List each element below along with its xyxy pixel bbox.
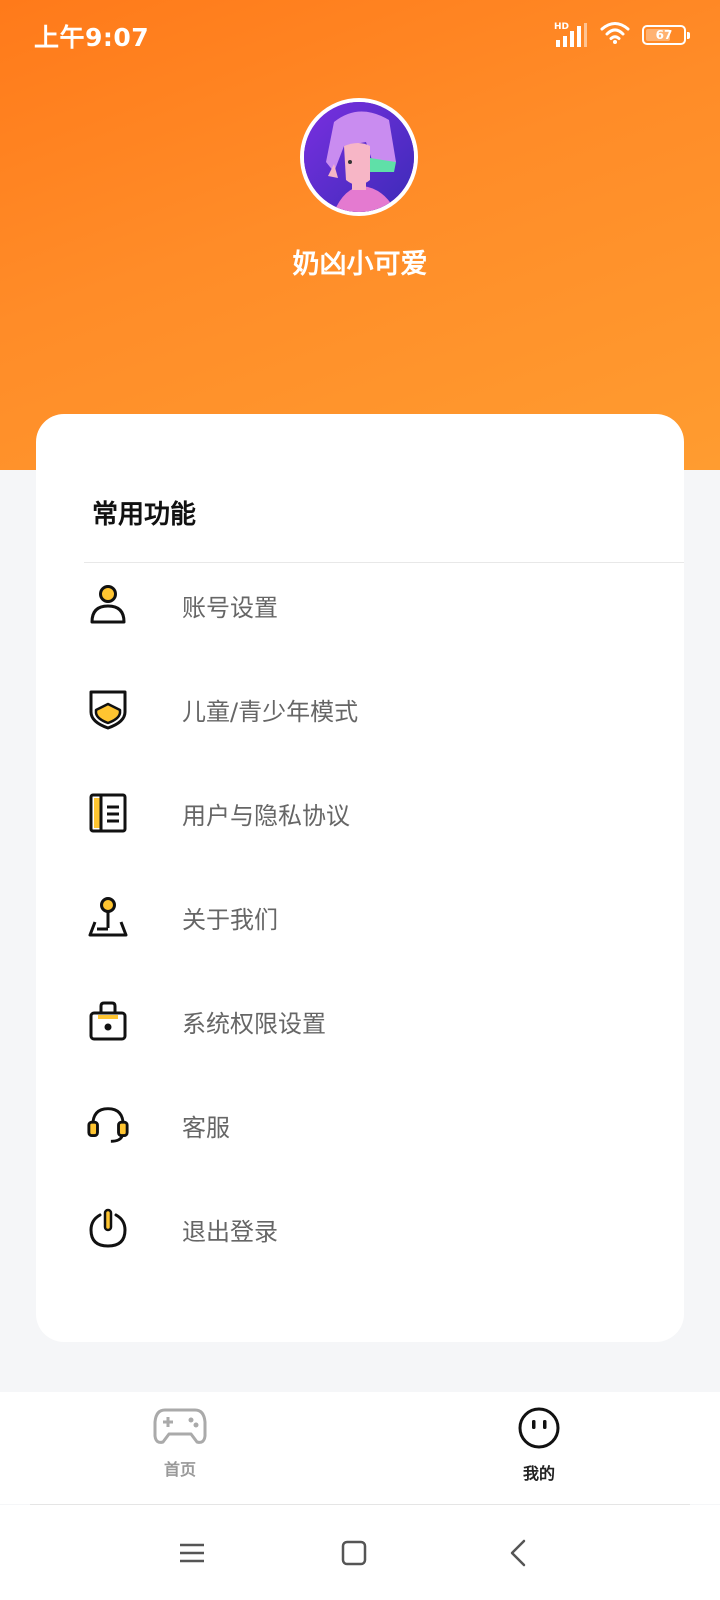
wifi-icon (600, 21, 630, 49)
username: 奶凶小可爱 (292, 249, 428, 280)
person-icon (86, 583, 130, 627)
document-icon (86, 791, 130, 835)
menu-item-label: 客服 (182, 1113, 230, 1142)
shield-icon (86, 687, 130, 731)
bottom-nav: 首页 我的 (0, 1392, 720, 1504)
nav-label-home: 首页 (163, 1460, 196, 1479)
menu-item-about-us[interactable]: 关于我们 (36, 867, 684, 967)
header-background (0, 0, 720, 470)
status-time: 上午9:07 (34, 23, 150, 52)
gamepad-icon (153, 1406, 207, 1450)
menu-item-label: 系统权限设置 (182, 1009, 326, 1038)
nav-label-mine-text: 我的 (522, 1464, 555, 1483)
home-square-icon[interactable] (334, 1535, 374, 1571)
menu-item-account-settings[interactable]: 账号设置 (36, 555, 684, 655)
avatar[interactable] (300, 98, 418, 216)
battery-icon: 67 (642, 25, 690, 45)
battery-level: 67 (655, 28, 673, 42)
back-icon[interactable] (498, 1535, 538, 1571)
signal-icon: HD (554, 22, 588, 48)
lock-bag-icon (86, 999, 130, 1043)
menu-item-label: 退出登录 (182, 1217, 278, 1246)
face-icon (516, 1406, 562, 1454)
headset-icon (86, 1103, 130, 1147)
menu-item-privacy-agreement[interactable]: 用户与隐私协议 (36, 763, 684, 863)
menu-item-customer-service[interactable]: 客服 (36, 1075, 684, 1175)
menu-item-logout[interactable]: 退出登录 (36, 1179, 684, 1279)
nav-item-home[interactable]: 首页 (120, 1406, 240, 1496)
menu-item-label: 儿童/青少年模式 (182, 697, 359, 726)
menu-item-youth-mode[interactable]: 儿童/青少年模式 (36, 659, 684, 759)
menu-item-label: 账号设置 (182, 593, 278, 622)
system-navigation-bar (0, 1505, 720, 1600)
menu-item-permission-settings[interactable]: 系统权限设置 (36, 971, 684, 1071)
power-icon (86, 1207, 130, 1251)
menu-item-label: 用户与隐私协议 (182, 801, 350, 830)
menu-item-label: 关于我们 (182, 905, 278, 934)
status-icons: HD 67 (554, 20, 690, 50)
common-functions-card: 常用功能 账号设置 儿童/青少年模式 用户与隐私协议 关于我们 系统权限设置 客… (36, 414, 684, 1342)
menu-icon[interactable] (172, 1535, 212, 1571)
nav-label-mine: 我的 (517, 1460, 560, 1490)
status-bar: 上午9:07 HD 67 (0, 0, 720, 70)
map-pin-icon (86, 895, 130, 939)
section-title: 常用功能 (92, 500, 197, 530)
nav-item-mine[interactable]: 我的 (479, 1406, 599, 1496)
